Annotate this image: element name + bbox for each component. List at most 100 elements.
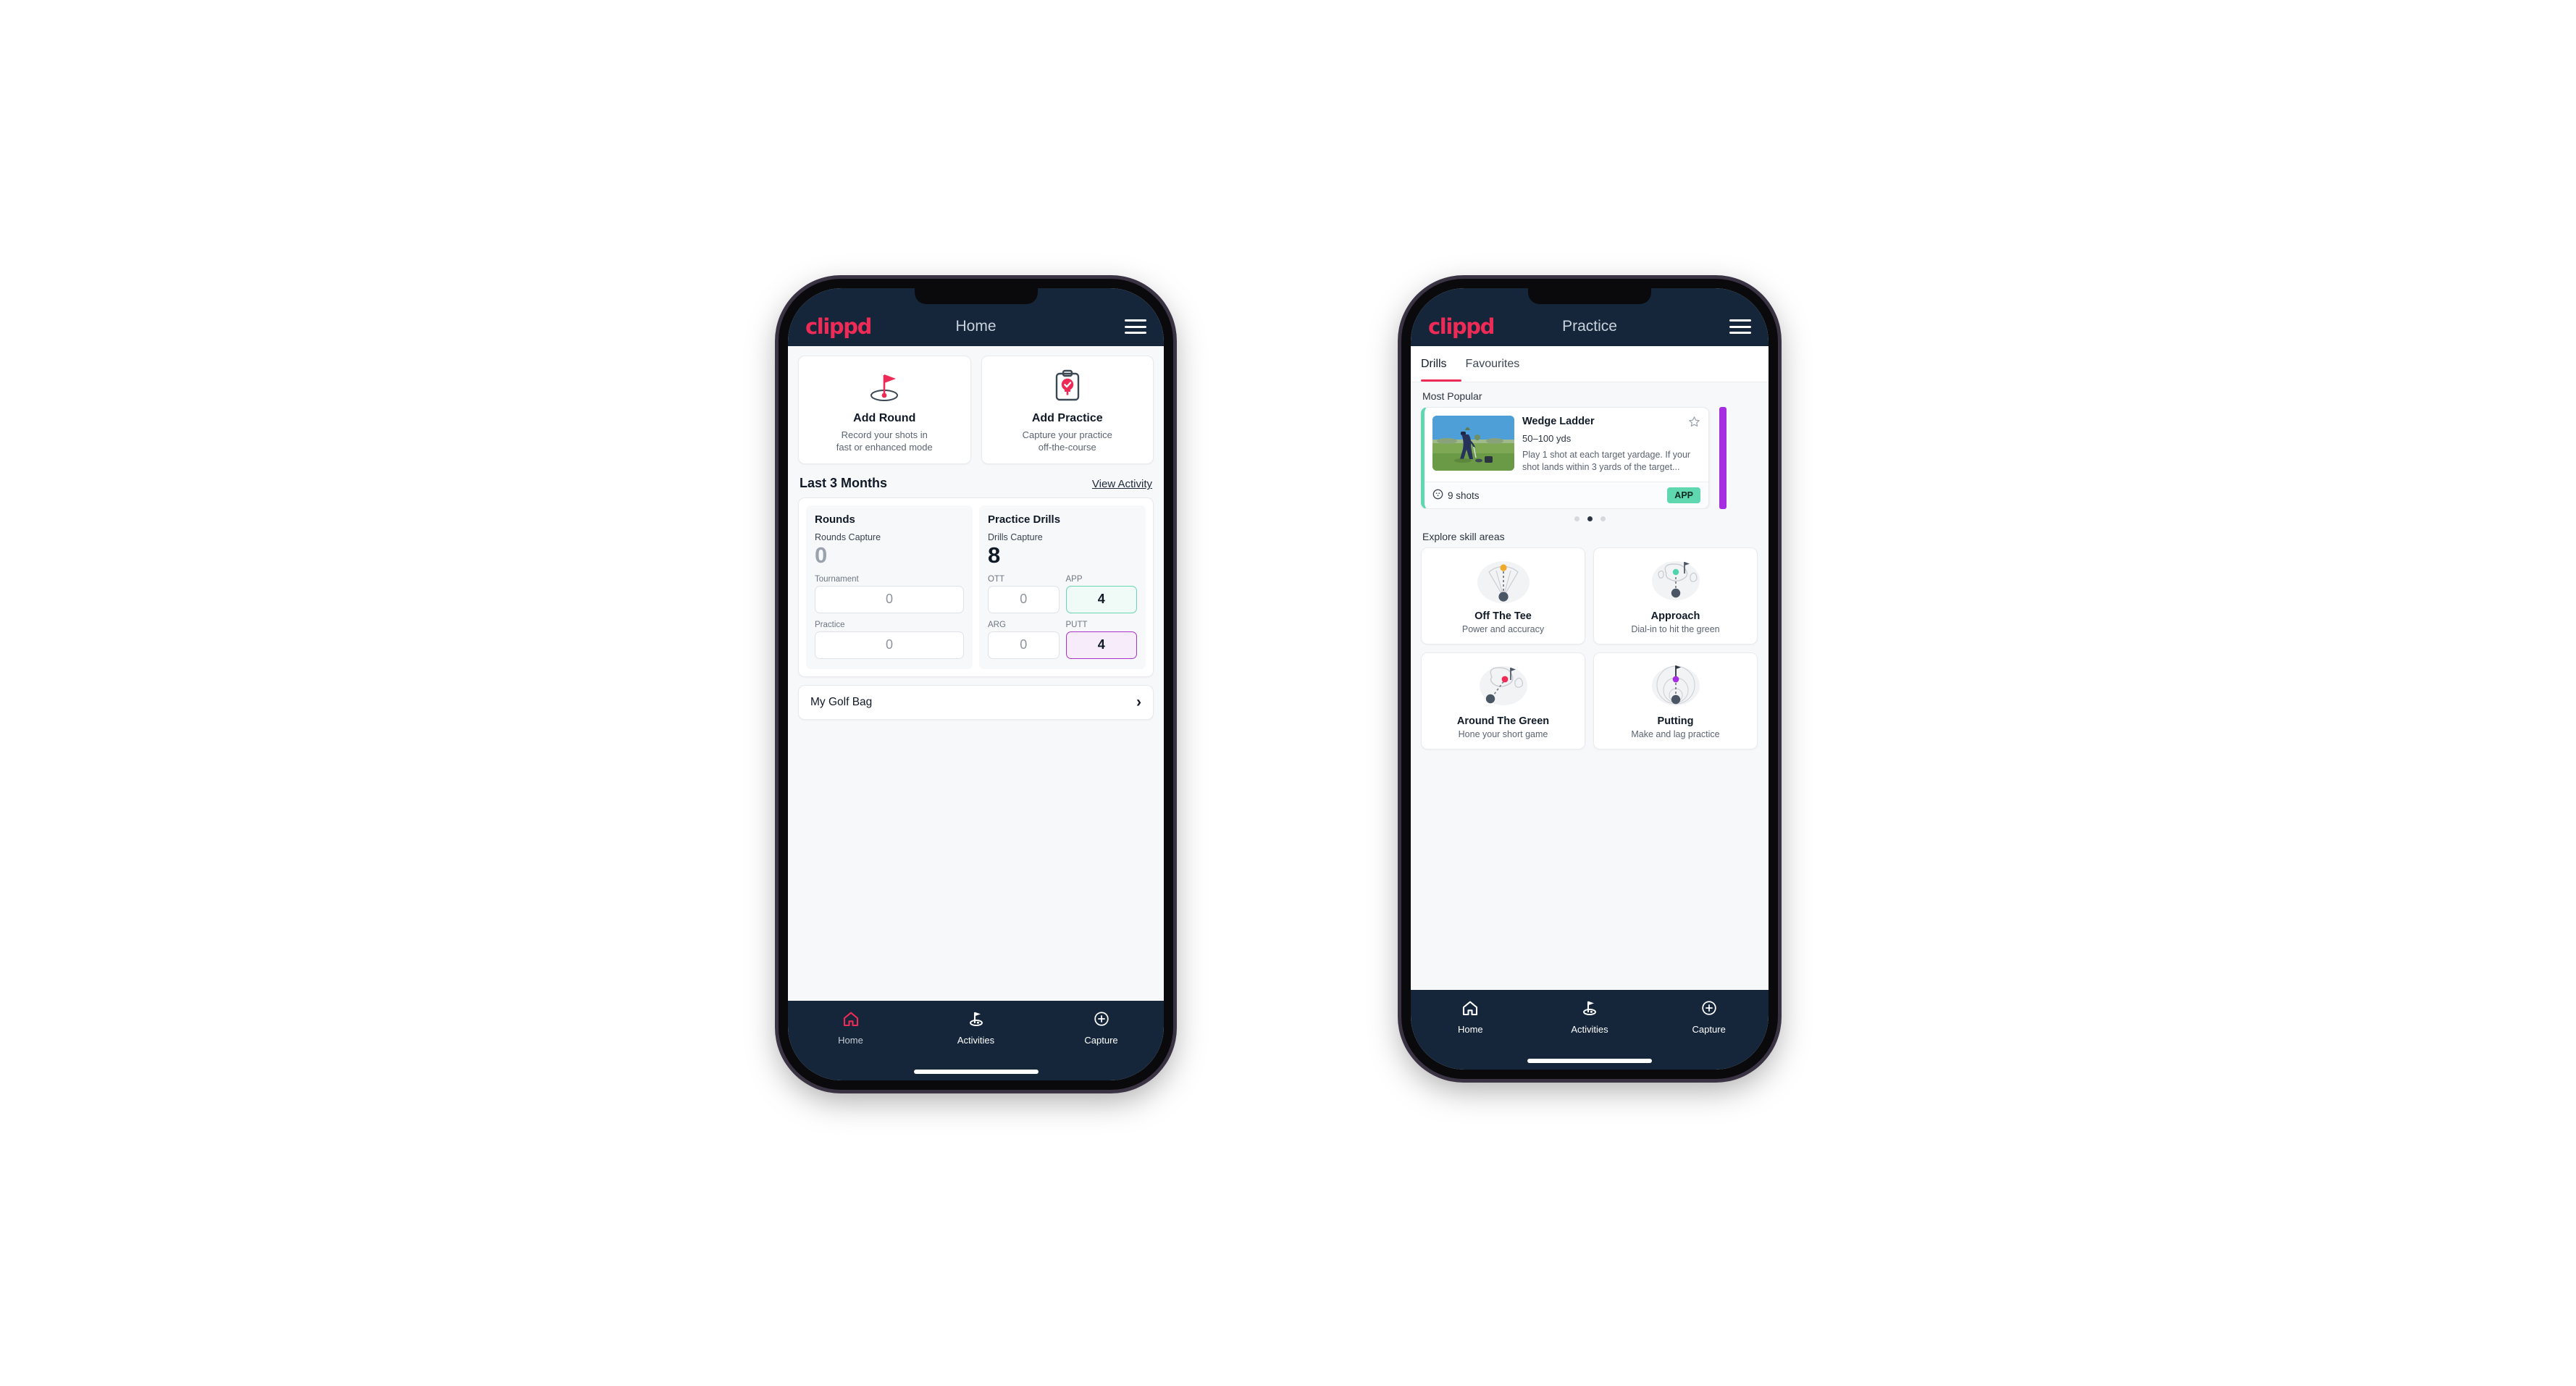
app-value[interactable]: 4 [1065,585,1137,613]
drill-card-top: Wedge Ladder 50–100 yds Play 1 shot at e… [1425,408,1708,482]
nav-label-home: Home [1457,1024,1483,1035]
tab-favourites[interactable]: Favourites [1466,358,1520,371]
nav-label-capture: Capture [1084,1035,1118,1046]
nav-item-home[interactable]: Home [1411,1000,1530,1035]
nav-label-capture: Capture [1692,1024,1726,1035]
nav-item-capture[interactable]: Capture [1039,1011,1164,1046]
golf-ball-icon [1432,489,1443,502]
add-round-subtitle: Record your shots in fast or enhanced mo… [836,429,933,453]
golf-flag-icon [1580,1000,1599,1020]
rounds-column: Rounds Rounds Capture 0 Tournament 0 Pra… [806,505,973,669]
tournament-field: Tournament 0 [815,575,964,613]
nav-label-activities: Activities [1571,1024,1608,1035]
putt-label: PUTT [1065,620,1088,629]
hamburger-menu-icon[interactable] [1729,319,1751,334]
drill-card-footer: 9 shots APP [1425,482,1708,508]
home-bottom-nav: Home Activities Capture [788,1001,1164,1080]
carousel-dot-3[interactable] [1600,516,1606,521]
quick-actions: Add Round Record your shots in fast or e… [788,346,1164,465]
view-activity-link[interactable]: View Activity [1092,478,1152,490]
ott-field: OTT 0 [988,575,1060,613]
drills-row-1: OTT 0 APP 4 [988,575,1137,613]
add-round-card[interactable]: Add Round Record your shots in fast or e… [798,356,971,465]
tournament-value[interactable]: 0 [815,585,964,613]
practice-body: Most Popular Wedge Ladder 50–100 yds Pla… [1411,382,1769,990]
clipboard-check-tee-icon [1050,367,1085,405]
skill-title: Off The Tee [1474,610,1532,622]
active-tab-indicator [1421,379,1461,382]
tournament-label: Tournament [815,574,859,584]
skill-card-off-the-tee[interactable]: Off The Tee Power and accuracy [1421,547,1585,644]
add-practice-subtitle-l2: off-the-course [1038,442,1096,453]
my-golf-bag-row[interactable]: My Golf Bag › [798,684,1154,720]
tab-drills[interactable]: Drills [1421,358,1447,371]
home-screen: clippd Home Add Round Record your shots … [788,288,1164,1080]
skill-subtitle: Hone your short game [1458,729,1548,739]
last-3-months-header: Last 3 Months View Activity [788,464,1164,497]
chip-around-green-icon [1470,660,1537,713]
phone-mockup-practice: clippd Practice Drills Favourites Most P… [1401,279,1778,1079]
add-practice-subtitle: Capture your practice off-the-course [1023,429,1112,453]
drill-skill-badge: APP [1667,487,1700,503]
rounds-capture-label: Rounds Capture [815,532,881,543]
nav-item-activities[interactable]: Activities [913,1011,1039,1046]
skill-subtitle: Power and accuracy [1461,624,1545,634]
drills-capture-label: Drills Capture [988,532,1043,543]
putt-value[interactable]: 4 [1065,631,1137,659]
golf-flag-hole-icon [864,367,905,405]
rounds-heading: Rounds [815,513,855,526]
drill-shots: 9 shots [1432,489,1480,502]
home-icon [842,1011,860,1030]
stats-card: Rounds Rounds Capture 0 Tournament 0 Pra… [798,497,1154,677]
phone-notch [1528,288,1651,304]
practice-bottom-nav: Home Activities Capture [1411,990,1769,1070]
add-practice-card[interactable]: Add Practice Capture your practice off-t… [981,356,1154,465]
home-body: Add Round Record your shots in fast or e… [788,346,1164,1001]
practice-label: Practice [815,620,845,629]
add-round-subtitle-l2: fast or enhanced mode [836,442,933,453]
drills-heading: Practice Drills [988,513,1061,526]
next-drill-card-peek[interactable] [1719,407,1727,509]
my-golf-bag-label: My Golf Bag [810,695,873,708]
skill-subtitle: Make and lag practice [1631,729,1720,739]
carousel-dot-2[interactable] [1587,516,1593,521]
drill-carousel[interactable]: Wedge Ladder 50–100 yds Play 1 shot at e… [1411,407,1769,509]
skill-card-putting[interactable]: Putting Make and lag practice [1593,652,1758,749]
explore-skill-areas-label: Explore skill areas [1422,531,1505,542]
home-icon [1461,1000,1479,1020]
drill-shots-label: 9 shots [1448,490,1480,501]
carousel-dot-1[interactable] [1574,516,1579,521]
skill-areas-grid: Off The Tee Power and accuracy Approach … [1411,547,1769,749]
practice-value[interactable]: 0 [815,631,964,659]
plus-circle-icon [1700,1000,1718,1020]
ott-value[interactable]: 0 [988,585,1060,613]
phone-mockup-home: clippd Home Add Round Record your shots … [779,279,1173,1090]
putting-rings-icon [1642,660,1709,713]
nav-label-home: Home [838,1035,863,1046]
home-indicator [913,1070,1039,1074]
skill-title: Putting [1657,715,1694,727]
skill-card-approach[interactable]: Approach Dial-in to hit the green [1593,547,1758,644]
nav-item-capture[interactable]: Capture [1649,1000,1769,1035]
star-outline-icon[interactable] [1688,416,1700,432]
practice-drills-column: Practice Drills Drills Capture 8 OTT 0 A… [979,505,1146,669]
chevron-right-icon: › [1136,694,1141,711]
drills-capture-value: 8 [988,542,1001,568]
clippd-logo[interactable]: clippd [1428,316,1495,337]
carousel-pagination[interactable] [1411,509,1769,523]
plus-circle-icon [1093,1011,1110,1030]
skill-title: Around The Green [1456,715,1550,727]
nav-item-home[interactable]: Home [788,1011,913,1046]
nav-label-activities: Activities [957,1035,995,1046]
arg-value[interactable]: 0 [988,631,1060,659]
hamburger-menu-icon[interactable] [1125,319,1146,334]
nav-item-activities[interactable]: Activities [1530,1000,1650,1035]
drill-info: Wedge Ladder 50–100 yds Play 1 shot at e… [1522,416,1700,474]
skill-card-around-the-green[interactable]: Around The Green Hone your short game [1421,652,1585,749]
home-indicator [1527,1059,1652,1063]
drill-card-wedge-ladder[interactable]: Wedge Ladder 50–100 yds Play 1 shot at e… [1421,407,1709,509]
drill-title: Wedge Ladder [1522,416,1595,427]
drill-title-row: Wedge Ladder [1522,416,1700,432]
clippd-logo[interactable]: clippd [805,316,872,337]
tee-shot-dispersion-icon [1470,555,1537,608]
